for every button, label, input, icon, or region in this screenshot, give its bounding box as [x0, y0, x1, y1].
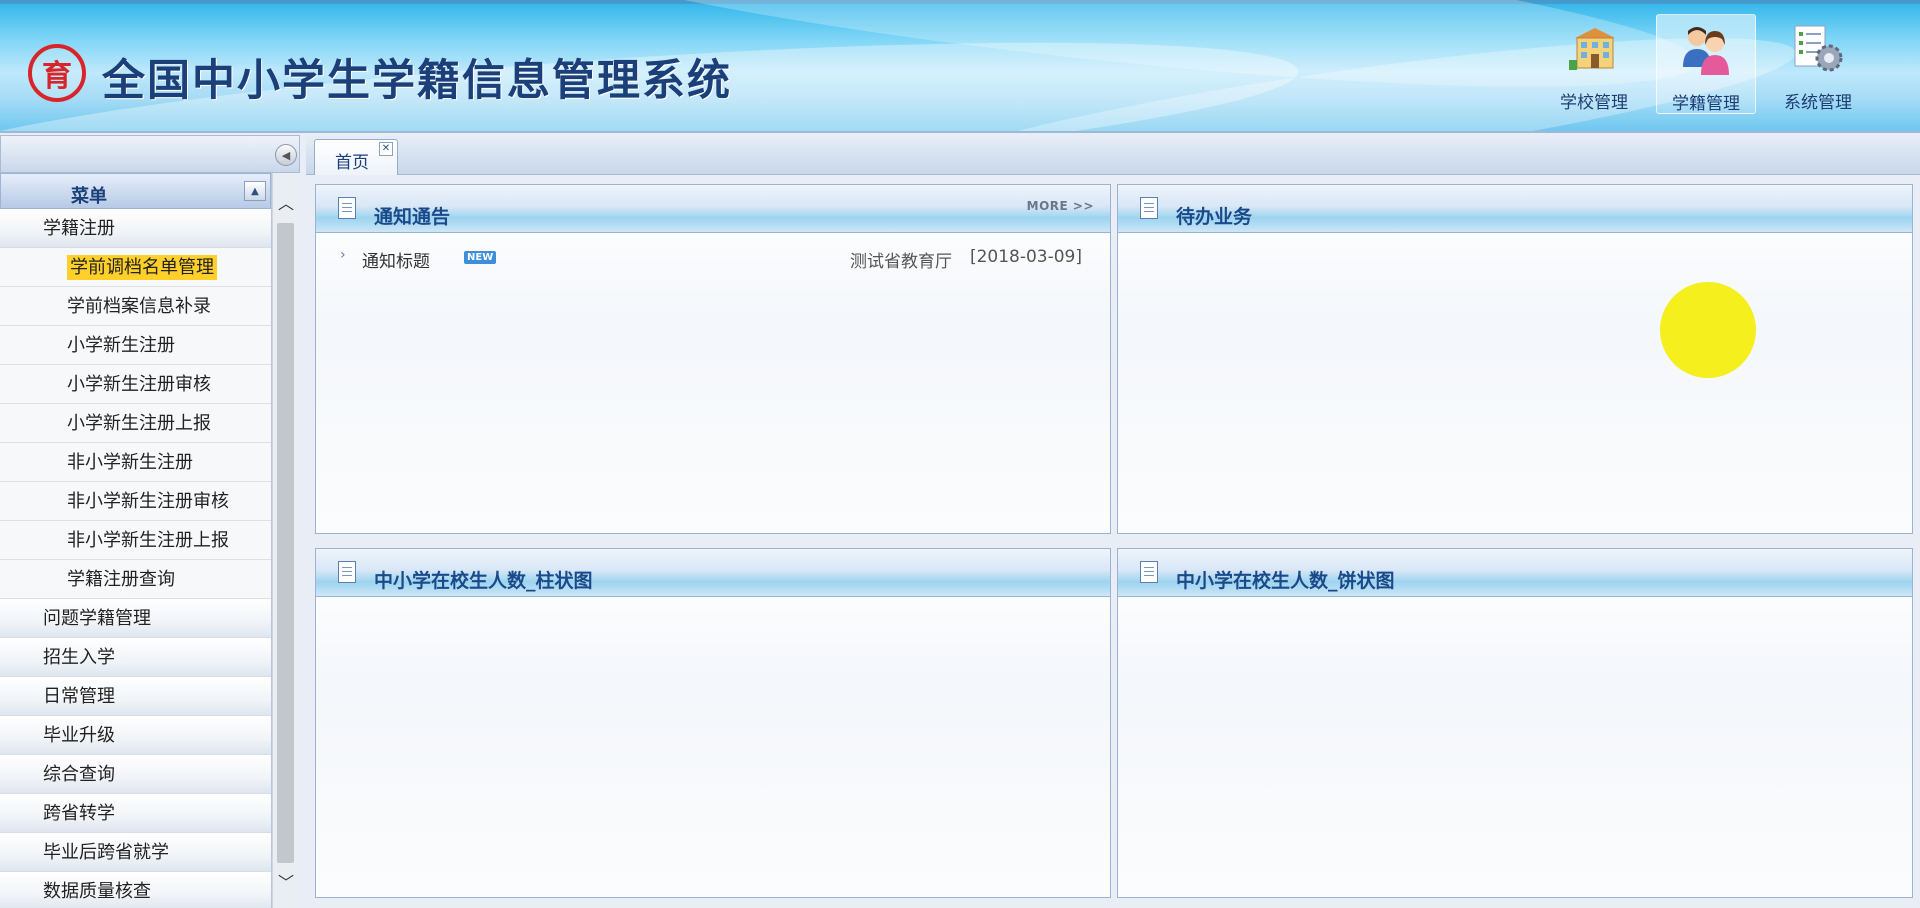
document-icon: [338, 561, 356, 583]
top-nav-system-management[interactable]: 系统管理: [1768, 14, 1868, 114]
sidebar-item-label: 非小学新生注册: [67, 452, 193, 473]
sidebar-item-label: 非小学新生注册上报: [67, 530, 229, 551]
notice-title[interactable]: 通知标题: [362, 247, 430, 272]
sidebar-item-label: 学前调档名单管理: [67, 255, 217, 280]
sidebar-item-non-primary-registration-review[interactable]: 非小学新生注册审核: [0, 482, 271, 521]
sidebar-item-registration-query[interactable]: 学籍注册查询: [0, 560, 271, 599]
sidebar-item-primary-registration-review[interactable]: 小学新生注册审核: [0, 365, 271, 404]
panel-header: 中小学在校生人数_柱状图: [316, 549, 1110, 597]
sidebar-group-enrollment[interactable]: 招生入学: [0, 638, 271, 677]
system-gear-icon: [1789, 20, 1847, 78]
collapse-sidebar-button[interactable]: ◀: [275, 144, 297, 166]
sidebar-group-post-graduation-cross-province[interactable]: 毕业后跨省就学: [0, 833, 271, 872]
sidebar-group-problem-status[interactable]: 问题学籍管理: [0, 599, 271, 638]
app-header: 育 全国中小学生学籍信息管理系统 学校管理 学籍管理 系统管理: [0, 0, 1920, 133]
sidebar-item-label: 非小学新生注册审核: [67, 491, 229, 512]
school-building-icon: [1565, 20, 1623, 78]
notice-panel: 通知通告 MORE >> › 通知标题 NEW 测试省教育厅 [2018-03-…: [315, 184, 1111, 534]
top-nav-school-management[interactable]: 学校管理: [1544, 14, 1644, 114]
tab-bar: 首页 ✕: [306, 135, 1920, 175]
collapse-menu-icon[interactable]: ▲: [244, 181, 266, 201]
panel-title: 中小学在校生人数_饼状图: [1176, 570, 1395, 592]
panel-title: 中小学在校生人数_柱状图: [374, 570, 593, 592]
sidebar-item-primary-registration-report[interactable]: 小学新生注册上报: [0, 404, 271, 443]
new-badge: NEW: [464, 251, 497, 264]
scroll-thumb[interactable]: [277, 223, 294, 863]
chevron-right-icon: ›: [340, 247, 346, 263]
document-icon: [1140, 197, 1158, 219]
sidebar-item-preschool-archive-supplement[interactable]: 学前档案信息补录: [0, 287, 271, 326]
app-title: 全国中小学生学籍信息管理系统: [102, 56, 732, 106]
panel-title: 待办业务: [1176, 206, 1253, 228]
sidebar-item-label: 小学新生注册上报: [67, 413, 211, 434]
todo-panel: 待办业务: [1117, 184, 1913, 534]
sidebar-item-label: 学籍注册查询: [67, 569, 175, 590]
panel-header: 通知通告 MORE >>: [316, 185, 1110, 233]
top-nav-label: 系统管理: [1784, 93, 1852, 113]
sidebar-item-label: 学前档案信息补录: [67, 296, 211, 317]
scroll-down-icon[interactable]: ﹀: [273, 866, 299, 896]
more-link[interactable]: MORE >>: [1027, 199, 1094, 213]
document-icon: [338, 197, 356, 219]
tab-home[interactable]: 首页 ✕: [314, 139, 398, 175]
sidebar-scrollbar[interactable]: ︿ ﹀: [272, 173, 298, 908]
top-nav-label: 学籍管理: [1672, 94, 1740, 114]
sidebar-group-student-registration[interactable]: 学籍注册: [0, 209, 271, 248]
notice-item[interactable]: › 通知标题 NEW 测试省教育厅 [2018-03-09]: [340, 247, 1082, 273]
close-tab-icon[interactable]: ✕: [379, 142, 393, 156]
notice-source: 测试省教育厅: [850, 252, 952, 272]
menu-header: 菜单 ▲: [0, 173, 271, 209]
pie-chart-panel: 中小学在校生人数_饼状图: [1117, 548, 1913, 898]
sidebar-item-preschool-transfer-list[interactable]: 学前调档名单管理: [0, 248, 271, 287]
cursor-highlight: [1660, 282, 1756, 378]
panel-title: 通知通告: [374, 206, 451, 228]
sidebar-group-data-quality-check[interactable]: 数据质量核查: [0, 872, 271, 908]
sidebar-item-label: 小学新生注册: [67, 335, 175, 356]
sidebar-item-non-primary-registration-report[interactable]: 非小学新生注册上报: [0, 521, 271, 560]
tab-label: 首页: [335, 153, 369, 173]
top-nav-student-status-management[interactable]: 学籍管理: [1656, 14, 1756, 114]
students-icon: [1677, 21, 1735, 79]
panel-header: 待办业务: [1118, 185, 1912, 233]
bar-chart-panel: 中小学在校生人数_柱状图: [315, 548, 1111, 898]
sidebar-item-primary-new-registration[interactable]: 小学新生注册: [0, 326, 271, 365]
notice-date: [2018-03-09]: [969, 247, 1082, 267]
sidebar-toolbar: ◀: [0, 135, 300, 173]
sidebar-group-graduation-promotion[interactable]: 毕业升级: [0, 716, 271, 755]
sidebar-group-daily-management[interactable]: 日常管理: [0, 677, 271, 716]
menu-title: 菜单: [71, 186, 107, 207]
panel-header: 中小学在校生人数_饼状图: [1118, 549, 1912, 597]
sidebar-menu: 菜单 ▲ 学籍注册 学前调档名单管理 学前档案信息补录 小学新生注册 小学新生注…: [0, 173, 272, 908]
sidebar-item-label: 小学新生注册审核: [67, 374, 211, 395]
scroll-up-icon[interactable]: ︿: [273, 187, 299, 217]
top-nav-label: 学校管理: [1560, 93, 1628, 113]
sidebar-group-cross-province-transfer[interactable]: 跨省转学: [0, 794, 271, 833]
sidebar-group-comprehensive-query[interactable]: 综合查询: [0, 755, 271, 794]
app-logo-icon: 育: [28, 44, 86, 102]
document-icon: [1140, 561, 1158, 583]
sidebar-item-non-primary-registration[interactable]: 非小学新生注册: [0, 443, 271, 482]
